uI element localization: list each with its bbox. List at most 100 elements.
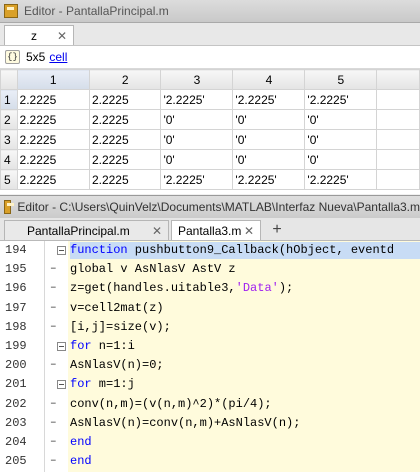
code-line[interactable]: 197 – v=cell2mat(z) — [0, 299, 420, 318]
variable-editor-titlebar[interactable]: Editor - PantallaPrincipal.m — [0, 0, 420, 23]
tab-variable-z[interactable]: z ✕ — [4, 25, 74, 45]
table-cell[interactable]: '2.2225' — [160, 89, 234, 110]
table-cell[interactable]: '2.2225' — [232, 89, 306, 110]
breakpoint-marker[interactable]: – — [50, 318, 57, 337]
code-text: for m=1:j — [70, 375, 135, 394]
code-line[interactable]: 194 function pushbutton9_Callback(hObject… — [0, 241, 420, 260]
table-cell[interactable]: 2.2225 — [16, 89, 90, 110]
table-cell[interactable]: 2.2225 — [88, 129, 162, 150]
row-header[interactable]: 2 — [0, 109, 18, 130]
row-header[interactable]: 3 — [0, 129, 18, 150]
code-line[interactable]: 204 – end — [0, 433, 420, 452]
close-icon[interactable]: ✕ — [152, 224, 162, 238]
table-cell[interactable]: 2.2225 — [16, 129, 90, 150]
tab-pantalla3[interactable]: Pantalla3.m ✕ — [171, 220, 261, 240]
table-cell[interactable]: 2.2225 — [88, 89, 162, 110]
row-header[interactable]: 5 — [0, 169, 18, 190]
breakpoint-marker[interactable]: – — [50, 299, 57, 318]
table-cell-empty[interactable] — [376, 149, 420, 170]
line-number: 202 — [5, 396, 27, 411]
table-row: 3 2.2225 2.2225'0' '0' '0' — [0, 129, 420, 150]
column-header[interactable]: 1 — [16, 69, 90, 90]
close-icon[interactable]: ✕ — [57, 29, 67, 43]
code-text: AsNlasV(n)=conv(n,m)+AsNlasV(n); — [70, 414, 300, 433]
table-cell-empty[interactable] — [376, 89, 420, 110]
code-text: z=get(handles.uitable3,'Data'); — [70, 279, 293, 298]
grid-corner[interactable] — [0, 69, 18, 90]
variable-class-link[interactable]: cell — [49, 50, 67, 64]
column-header-empty[interactable] — [376, 69, 420, 90]
table-cell[interactable]: '0' — [160, 149, 234, 170]
table-cell[interactable]: '2.2225' — [304, 89, 378, 110]
code-line[interactable]: 205 – end — [0, 452, 420, 471]
code-token: AsNlasV(n)=0; — [70, 358, 164, 373]
close-icon[interactable]: ✕ — [244, 224, 254, 238]
table-cell-empty[interactable] — [376, 109, 420, 130]
fold-toggle-icon[interactable] — [57, 341, 66, 351]
fold-toggle-icon[interactable] — [57, 380, 66, 390]
tab-label: Pantalla3.m — [178, 223, 242, 238]
keyword-token: end — [70, 454, 92, 469]
table-cell[interactable]: '0' — [232, 109, 306, 130]
code-area[interactable]: 194 function pushbutton9_Callback(hObject… — [0, 241, 420, 472]
code-token: n=1:i — [91, 338, 135, 353]
code-line[interactable]: 202 – conv(n,m)=(v(n,m)^2)*(pi/4); — [0, 395, 420, 414]
table-row: 2 2.2225 2.2225'0' '0' '0' — [0, 109, 420, 130]
breakpoint-marker[interactable]: – — [50, 433, 57, 452]
code-editor-titlebar[interactable]: Editor - C:\Users\QuinVelz\Documents\MAT… — [0, 195, 420, 219]
table-cell[interactable]: 2.2225 — [88, 169, 162, 190]
table-cell-empty[interactable] — [376, 169, 420, 190]
code-line[interactable]: 199 for n=1:i — [0, 337, 420, 356]
table-cell[interactable]: '0' — [304, 129, 378, 150]
string-token: 'Data' — [235, 281, 279, 296]
table-cell[interactable]: '0' — [160, 109, 234, 130]
column-header[interactable]: 3 — [160, 69, 234, 90]
table-cell[interactable]: '0' — [232, 129, 306, 150]
table-cell[interactable]: '2.2225' — [232, 169, 306, 190]
table-cell[interactable]: '0' — [304, 109, 378, 130]
code-line[interactable]: 196 – z=get(handles.uitable3,'Data'); — [0, 279, 420, 298]
breakpoint-marker[interactable]: – — [50, 395, 57, 414]
matlab-editor-icon — [4, 4, 18, 18]
code-token: pushbutton9_Callback(hObject, eventd — [127, 243, 395, 257]
table-cell[interactable]: '2.2225' — [304, 169, 378, 190]
code-line[interactable]: 195 – global v AsNlasV AstV z — [0, 260, 420, 279]
column-header[interactable]: 4 — [232, 69, 306, 90]
breakpoint-marker[interactable]: – — [50, 452, 57, 471]
add-tab-button[interactable]: + — [266, 221, 288, 239]
code-line[interactable]: 201 for m=1:j — [0, 375, 420, 394]
line-number: 197 — [5, 300, 27, 315]
tab-pantalla-principal[interactable]: PantallaPrincipal.m ✕ — [4, 220, 169, 240]
code-line[interactable]: 198 – [i,j]=size(v); — [0, 318, 420, 337]
code-token: z=get(handles.uitable3, — [70, 281, 236, 296]
code-line[interactable]: 200 – AsNlasV(n)=0; — [0, 356, 420, 375]
column-header[interactable]: 2 — [88, 69, 162, 90]
table-cell[interactable]: '0' — [160, 129, 234, 150]
code-token: [i,j]=size(v); — [70, 319, 171, 334]
row-header[interactable]: 4 — [0, 149, 18, 170]
code-line[interactable]: 203 – AsNlasV(n)=conv(n,m)+AsNlasV(n); — [0, 414, 420, 433]
code-token: m=1:j — [91, 377, 135, 392]
table-cell[interactable]: 2.2225 — [88, 149, 162, 170]
table-row: 4 2.2225 2.2225'0' '0' '0' — [0, 149, 420, 170]
code-text: v=cell2mat(z) — [70, 299, 164, 318]
code-text: end — [70, 433, 92, 452]
breakpoint-marker[interactable]: – — [50, 260, 57, 279]
table-cell[interactable]: 2.2225 — [16, 109, 90, 130]
table-cell[interactable]: 2.2225 — [88, 109, 162, 130]
breakpoint-marker[interactable]: – — [50, 356, 57, 375]
breakpoint-marker[interactable]: – — [50, 414, 57, 433]
table-cell-empty[interactable] — [376, 129, 420, 150]
code-text: [i,j]=size(v); — [70, 318, 171, 337]
fold-toggle-icon[interactable] — [57, 246, 66, 255]
variable-grid[interactable]: 1 2 3 4 5 1 2.2225 2.2225'2.2225' '2.2225' '… — [0, 69, 420, 194]
table-cell[interactable]: '2.2225' — [160, 169, 234, 190]
breakpoint-marker[interactable]: – — [50, 279, 57, 298]
table-cell[interactable]: 2.2225 — [16, 169, 90, 190]
table-cell[interactable]: '0' — [304, 149, 378, 170]
table-cell[interactable]: 2.2225 — [16, 149, 90, 170]
row-header[interactable]: 1 — [0, 89, 18, 110]
table-cell[interactable]: '0' — [232, 149, 306, 170]
column-header[interactable]: 5 — [304, 69, 378, 90]
line-number: 196 — [5, 281, 27, 296]
